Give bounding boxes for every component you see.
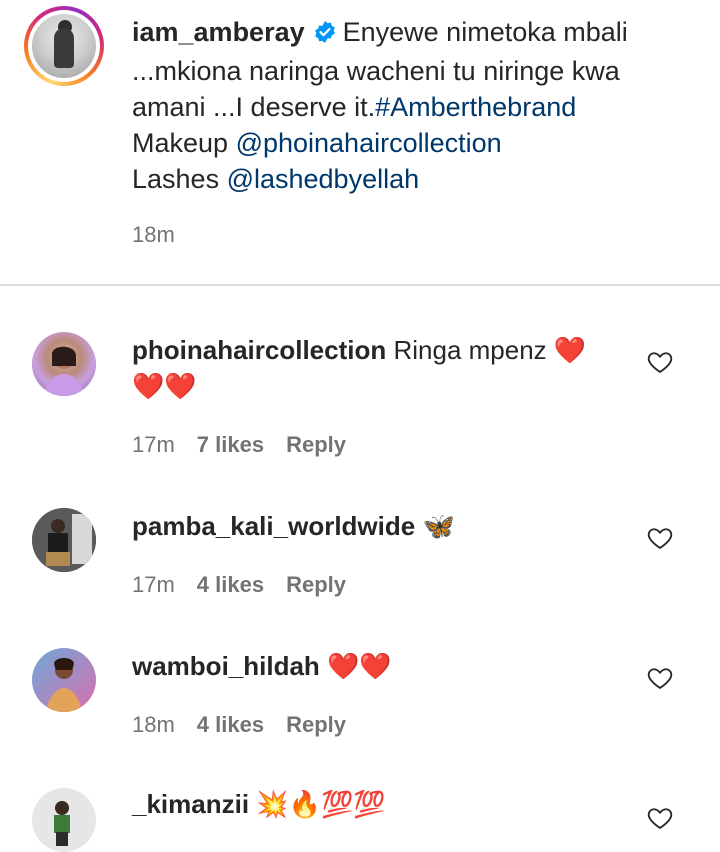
- makeup-label: Makeup: [132, 128, 236, 158]
- comment-emoji: 💥🔥💯💯: [256, 789, 386, 819]
- comment-emoji: ❤️❤️: [327, 651, 392, 681]
- comment-meta: 17m 7 likes Reply: [132, 432, 368, 458]
- comment-text: pamba_kali_worldwide 🦋: [132, 508, 602, 544]
- verified-badge-icon: [313, 17, 337, 53]
- commenter-avatar[interactable]: [32, 332, 96, 396]
- reply-button[interactable]: Reply: [286, 712, 346, 737]
- lashes-label: Lashes: [132, 164, 227, 194]
- commenter-username[interactable]: _kimanzii: [132, 789, 249, 819]
- comment-body: Ringa mpenz: [393, 335, 547, 365]
- commenter-username[interactable]: wamboi_hildah: [132, 651, 320, 681]
- heart-icon[interactable]: [646, 804, 674, 832]
- heart-icon[interactable]: [646, 664, 674, 692]
- comment-timestamp: 17m: [132, 432, 175, 457]
- divider: [0, 284, 720, 286]
- post-author-username[interactable]: iam_amberay: [132, 17, 305, 47]
- comment-meta: 18m 4 likes Reply: [132, 712, 368, 738]
- comment-likes[interactable]: 4 likes: [197, 572, 264, 597]
- comment-text: _kimanzii 💥🔥💯💯: [132, 786, 602, 822]
- caption-text-line2: ...mkiona naringa wacheni tu niringe kwa: [132, 56, 620, 86]
- post-caption: iam_amberay Enyewe nimetoka mbali ...mkio…: [132, 14, 692, 197]
- lashes-mention-link[interactable]: @lashedbyellah: [227, 164, 420, 194]
- comment-emoji: ❤️: [553, 335, 587, 365]
- comment-likes[interactable]: 4 likes: [197, 712, 264, 737]
- comment-text: wamboi_hildah ❤️❤️: [132, 648, 602, 684]
- comment-text: phoinahaircollection Ringa mpenz ❤️ ❤️❤️: [132, 332, 602, 404]
- caption-text-line1: Enyewe nimetoka mbali: [342, 17, 628, 47]
- post-timestamp: 18m: [132, 222, 175, 247]
- caption-text-line3: amani ...I deserve it.: [132, 92, 376, 122]
- commenter-username[interactable]: phoinahaircollection: [132, 335, 386, 365]
- post-author-avatar[interactable]: [24, 6, 104, 86]
- makeup-mention-link[interactable]: @phoinahaircollection: [236, 128, 502, 158]
- heart-icon[interactable]: [646, 524, 674, 552]
- comment-emoji: 🦋: [422, 511, 455, 541]
- comment-likes[interactable]: 7 likes: [197, 432, 264, 457]
- reply-button[interactable]: Reply: [286, 572, 346, 597]
- comment-timestamp: 17m: [132, 572, 175, 597]
- reply-button[interactable]: Reply: [286, 432, 346, 457]
- commenter-username[interactable]: pamba_kali_worldwide: [132, 511, 415, 541]
- comment-meta: 17m 4 likes Reply: [132, 572, 368, 598]
- heart-icon[interactable]: [646, 348, 674, 376]
- commenter-avatar[interactable]: [32, 648, 96, 712]
- commenter-avatar[interactable]: [32, 788, 96, 852]
- commenter-avatar[interactable]: [32, 508, 96, 572]
- hashtag-link[interactable]: #Amberthebrand: [375, 92, 576, 122]
- comment-emoji: ❤️❤️: [132, 371, 197, 401]
- comment-timestamp: 18m: [132, 712, 175, 737]
